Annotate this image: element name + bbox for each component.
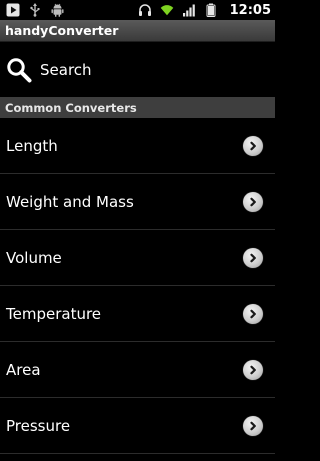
list-item-label: Weight and Mass: [6, 192, 134, 211]
search-button[interactable]: Search: [0, 42, 275, 97]
list-item-label: Length: [6, 136, 58, 155]
section-header: Common Converters: [0, 97, 275, 118]
battery-icon: [204, 3, 218, 17]
list-item-weight-and-mass[interactable]: Weight and Mass: [0, 174, 275, 230]
chevron-right-icon: [243, 191, 263, 212]
list-item-area[interactable]: Area: [0, 342, 275, 398]
screen: 12:05 handyConverter Search Common Conve…: [0, 0, 275, 461]
list-item-temperature[interactable]: Temperature: [0, 286, 275, 342]
list-item-label: Area: [6, 360, 41, 379]
signal-icon: [182, 3, 196, 17]
chevron-right-icon: [243, 247, 263, 268]
list-item-label: Pressure: [6, 416, 71, 435]
search-icon: [6, 57, 32, 83]
section-header-label: Common Converters: [5, 100, 137, 115]
status-bar-left: [6, 3, 64, 17]
status-bar-right: 12:05: [138, 3, 271, 18]
wifi-icon: [160, 3, 174, 17]
list-item-volume[interactable]: Volume: [0, 230, 275, 286]
list-item-label: Temperature: [6, 304, 102, 323]
chevron-right-icon: [243, 303, 263, 324]
play-icon: [6, 3, 20, 17]
app-title: handyConverter: [5, 23, 119, 38]
chevron-right-icon: [243, 359, 263, 380]
list-item-pressure[interactable]: Pressure: [0, 398, 275, 454]
list-item-length[interactable]: Length: [0, 118, 275, 174]
android-icon: [50, 3, 64, 17]
status-clock: 12:05: [229, 2, 271, 18]
headphones-icon: [138, 3, 152, 17]
search-label: Search: [40, 60, 92, 79]
chevron-right-icon: [243, 415, 263, 436]
title-bar: handyConverter: [0, 20, 275, 42]
status-bar: 12:05: [0, 0, 275, 20]
usb-icon: [28, 3, 42, 17]
converter-list: Length Weight and Mass Volume Temperatur…: [0, 118, 275, 454]
list-item-label: Volume: [6, 248, 62, 267]
chevron-right-icon: [243, 135, 263, 156]
